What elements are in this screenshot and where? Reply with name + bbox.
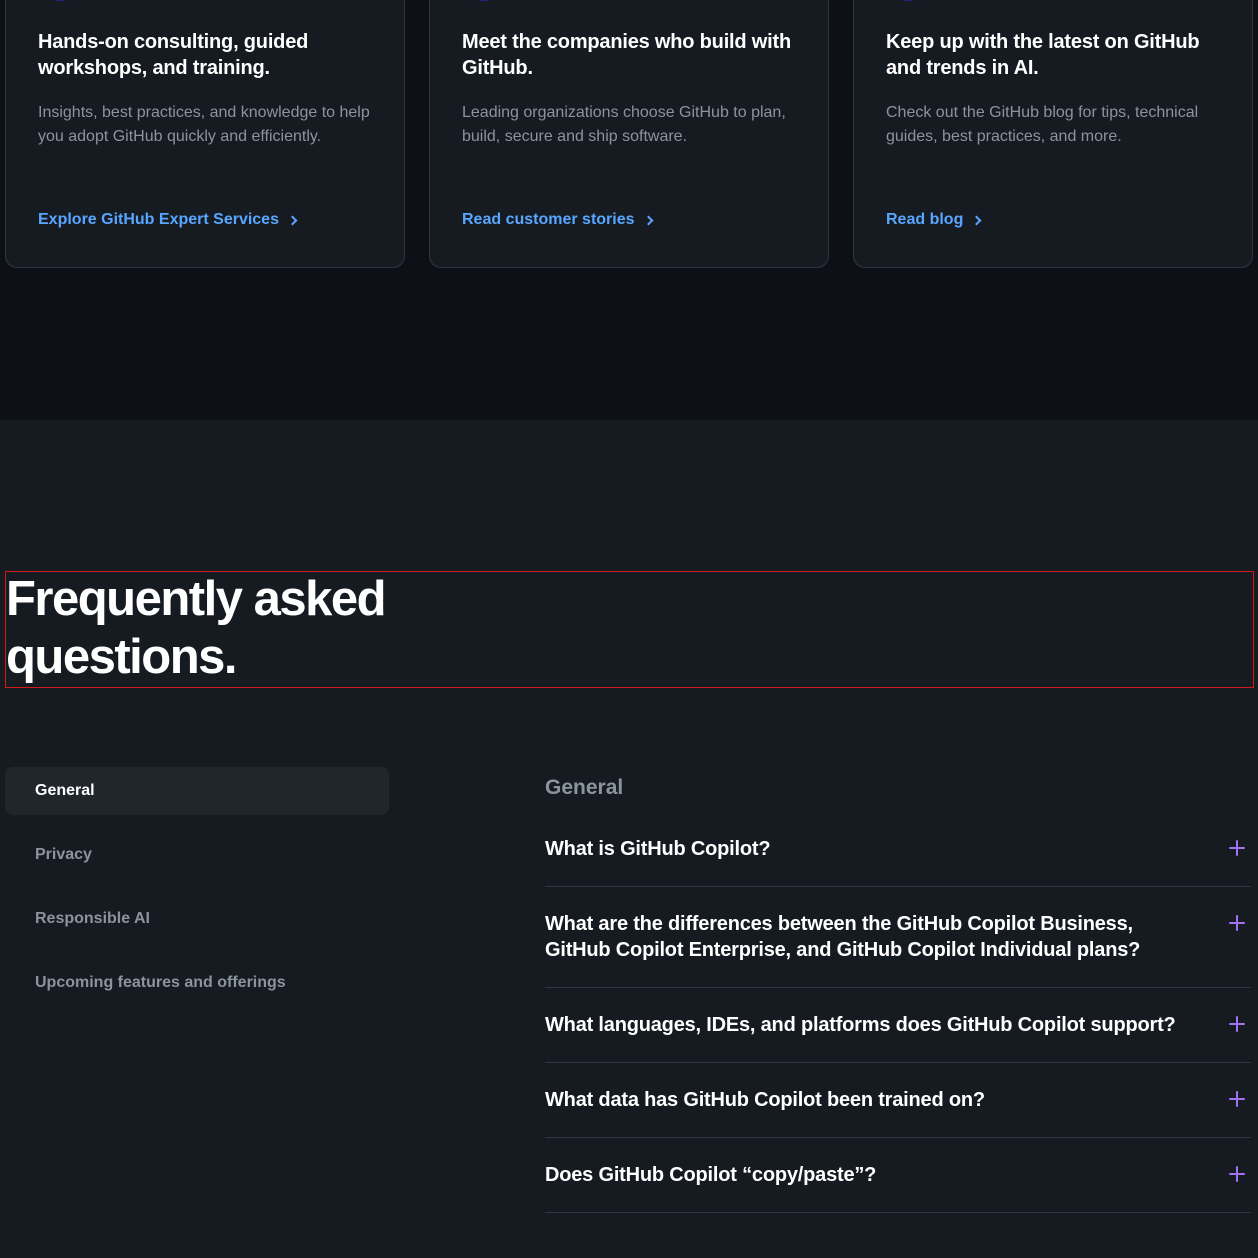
faq-category-privacy[interactable]: Privacy (5, 831, 389, 879)
card-description: Check out the GitHub blog for tips, tech… (886, 104, 1199, 145)
plus-icon[interactable] (1229, 1016, 1245, 1032)
chevron-right-icon (643, 215, 653, 226)
faq-category-general[interactable]: General (5, 767, 389, 815)
resources-section: Hands-on consulting, guided workshops, a… (0, 0, 1258, 420)
card-customer-stories: Meet the companies who build with GitHub… (429, 0, 829, 268)
card-description: Leading organizations choose GitHub to p… (462, 104, 786, 145)
faq-item[interactable]: What is GitHub Copilot? (545, 836, 1251, 887)
card-title: Keep up with the latest on GitHub and tr… (886, 31, 1200, 79)
plus-icon[interactable] (1229, 1166, 1245, 1182)
faq-question: What languages, IDEs, and platforms does… (545, 1014, 1176, 1036)
card-description: Insights, best practices, and knowledge … (38, 104, 370, 145)
faq-category-responsible-ai[interactable]: Responsible AI (5, 895, 389, 943)
faq-item[interactable]: Does GitHub Copilot “copy/paste”? (545, 1162, 1251, 1213)
faq-question: What data has GitHub Copilot been traine… (545, 1089, 985, 1111)
faq-panel: General What is GitHub Copilot? What are… (545, 772, 1251, 1237)
faq-item[interactable]: What are the differences between the Git… (545, 911, 1251, 988)
faq-item[interactable]: What languages, IDEs, and platforms does… (545, 1012, 1251, 1063)
faq-heading: Frequently asked questions. (6, 572, 387, 684)
purple-circle-icon (886, 0, 930, 1)
faq-panel-title: General (545, 776, 624, 799)
chevron-right-icon (971, 215, 982, 226)
purple-circle-icon (462, 0, 506, 1)
faq-item[interactable]: What data has GitHub Copilot been traine… (545, 1087, 1251, 1138)
faq-category-upcoming-features[interactable]: Upcoming features and offerings (5, 959, 389, 1007)
chevron-right-icon (287, 215, 298, 226)
plus-icon[interactable] (1229, 840, 1245, 856)
explore-expert-services-link[interactable]: Explore GitHub Expert Services (38, 211, 298, 229)
link-label: Read blog (886, 211, 964, 228)
faq-category-nav: General Privacy Responsible AI Upcoming … (5, 767, 389, 1023)
faq-question: What are the differences between the Git… (545, 913, 1141, 961)
plus-icon[interactable] (1229, 915, 1245, 931)
read-customer-stories-link[interactable]: Read customer stories (462, 211, 653, 229)
link-label: Read customer stories (462, 211, 635, 228)
purple-circle-icon (38, 0, 82, 1)
card-title: Meet the companies who build with GitHub… (462, 31, 791, 79)
link-label: Explore GitHub Expert Services (38, 211, 279, 228)
read-blog-link[interactable]: Read blog (886, 211, 982, 229)
card-title: Hands-on consulting, guided workshops, a… (38, 31, 309, 79)
plus-icon[interactable] (1229, 1091, 1245, 1107)
card-expert-services: Hands-on consulting, guided workshops, a… (5, 0, 405, 268)
card-blog: Keep up with the latest on GitHub and tr… (853, 0, 1253, 268)
faq-question: What is GitHub Copilot? (545, 838, 771, 860)
faq-question: Does GitHub Copilot “copy/paste”? (545, 1164, 877, 1186)
